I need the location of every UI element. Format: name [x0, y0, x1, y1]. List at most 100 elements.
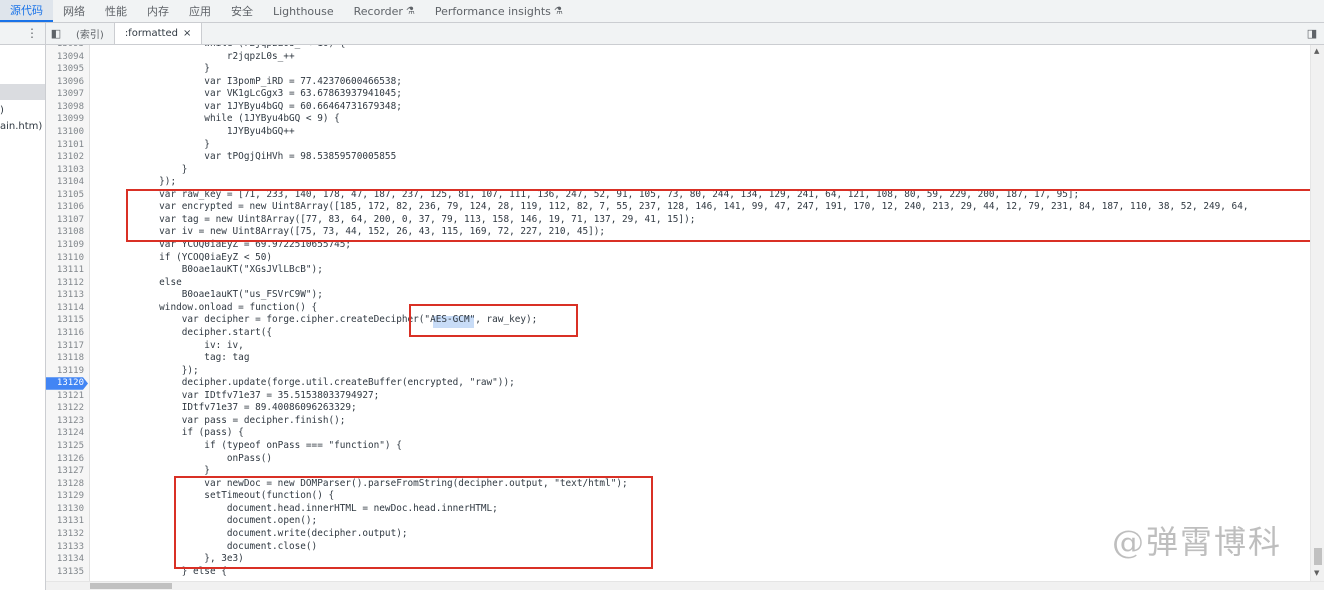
code-text: if (pass) {: [114, 427, 244, 439]
navigator-item[interactable]: ain.htm): [0, 121, 42, 132]
code-text: }: [114, 163, 188, 175]
code-editor[interactable]: 13093 while (r2jqpzL0s_ < 10) {13094 r2j…: [46, 45, 1310, 581]
panel-tab-label: 安全: [231, 5, 253, 18]
line-number[interactable]: 13096: [46, 76, 84, 89]
code-line: 13112 else: [46, 277, 1310, 290]
line-number[interactable]: 13107: [46, 214, 84, 227]
code-line: 13110 if (YCOQ0iaEyZ < 50): [46, 252, 1310, 265]
code-line: 13126 onPass(): [46, 453, 1310, 466]
line-number[interactable]: 13119: [46, 365, 84, 378]
panel-tab[interactable]: 性能: [95, 0, 137, 22]
line-number[interactable]: 13127: [46, 465, 84, 478]
code-line: 13102 var tPOgjQiHVh = 98.53859570005855: [46, 151, 1310, 164]
horizontal-scrollbar[interactable]: [46, 581, 1324, 590]
close-icon[interactable]: ×: [183, 28, 191, 39]
line-number[interactable]: 13104: [46, 176, 84, 189]
code-line: 13096 var I3pomP_iRD = 77.42370600466538…: [46, 76, 1310, 89]
panel-tab[interactable]: 应用: [179, 0, 221, 22]
code-line: 13125 if (typeof onPass === "function") …: [46, 440, 1310, 453]
vertical-scroll-thumb[interactable]: [1314, 548, 1322, 565]
line-number[interactable]: 13094: [46, 51, 84, 64]
line-number[interactable]: 13131: [46, 515, 84, 528]
scroll-down-icon[interactable]: ▼: [1314, 569, 1319, 577]
line-number[interactable]: 13097: [46, 88, 84, 101]
code-line: 13120 decipher.update(forge.util.createB…: [46, 377, 1310, 390]
line-number[interactable]: 13133: [46, 541, 84, 554]
line-number[interactable]: 13129: [46, 490, 84, 503]
panel-tab-label: Performance insights: [434, 4, 551, 18]
code-text: var I3pomP_iRD = 77.42370600466538;: [114, 75, 402, 87]
line-number[interactable]: 13099: [46, 113, 84, 126]
file-tab-index[interactable]: (索引): [66, 23, 115, 44]
code-text: });: [114, 176, 177, 188]
line-number[interactable]: 13124: [46, 427, 84, 440]
line-number[interactable]: 13126: [46, 453, 84, 466]
line-number[interactable]: 13114: [46, 302, 84, 315]
line-number[interactable]: 13113: [46, 289, 84, 302]
code-line: 13113 B0oae1auKT("us_FSVrC9W");: [46, 289, 1310, 302]
line-number[interactable]: 13122: [46, 402, 84, 415]
file-tab-label: :formatted: [124, 28, 178, 39]
line-number[interactable]: 13135: [46, 566, 84, 579]
code-line: 13119 });: [46, 365, 1310, 378]
code-line: 13121 var IDtfv71e37 = 35.51538033794927…: [46, 390, 1310, 403]
line-number[interactable]: 13117: [46, 340, 84, 353]
line-number[interactable]: 13102: [46, 151, 84, 164]
panel-tab[interactable]: Performance insights ⚗: [425, 0, 573, 22]
line-number[interactable]: 13115: [46, 314, 84, 327]
line-number[interactable]: 13121: [46, 390, 84, 403]
line-number[interactable]: 13098: [46, 101, 84, 114]
line-number[interactable]: 13132: [46, 528, 84, 541]
line-number[interactable]: 13105: [46, 189, 84, 202]
line-number[interactable]: 13128: [46, 478, 84, 491]
more-options-icon[interactable]: ⋮: [26, 26, 38, 40]
code-line: 13097 var VK1gLcGgx3 = 63.67863937941045…: [46, 88, 1310, 101]
code-line: 13101 }: [46, 139, 1310, 152]
code-text: var 1JYByu4bGQ = 60.66464731679348;: [114, 100, 402, 112]
code-line: 13095 }: [46, 63, 1310, 76]
panel-tab[interactable]: 源代码: [0, 0, 53, 22]
code-text: IDtfv71e37 = 89.40086096263329;: [114, 402, 357, 414]
line-number[interactable]: 13112: [46, 277, 84, 290]
line-number[interactable]: 13130: [46, 503, 84, 516]
panel-tab[interactable]: 网络: [53, 0, 95, 22]
code-text: iv: iv,: [114, 339, 244, 351]
file-tab-formatted[interactable]: :formatted ×: [114, 23, 203, 44]
line-number[interactable]: 13109: [46, 239, 84, 252]
code-text: else: [114, 276, 182, 288]
line-number[interactable]: 13101: [46, 139, 84, 152]
line-number[interactable]: 13125: [46, 440, 84, 453]
code-text: var pass = decipher.finish();: [114, 414, 346, 426]
panel-tab-label: 性能: [105, 5, 127, 18]
navigator-item[interactable]: ): [0, 105, 4, 116]
line-number[interactable]: 13118: [46, 352, 84, 365]
line-number[interactable]: 13116: [46, 327, 84, 340]
toggle-debugger-icon[interactable]: ◨: [1300, 23, 1324, 44]
navigator-selected-row[interactable]: [0, 84, 45, 100]
horizontal-scroll-thumb[interactable]: [90, 583, 172, 589]
line-number[interactable]: 13110: [46, 252, 84, 265]
panel-tab[interactable]: 安全: [221, 0, 263, 22]
vertical-scrollbar[interactable]: ▲ ▼: [1310, 45, 1324, 581]
line-number[interactable]: 13134: [46, 553, 84, 566]
experiment-flask-icon: ⚗: [553, 5, 563, 17]
code-line: 13103 }: [46, 164, 1310, 177]
editor-toolbar: ◧ (索引) :formatted × ◨: [46, 23, 1324, 45]
toggle-navigator-icon[interactable]: ◧: [46, 23, 66, 44]
panel-tab[interactable]: Lighthouse: [263, 0, 344, 22]
code-line: 13122 IDtfv71e37 = 89.40086096263329;: [46, 402, 1310, 415]
panel-tab[interactable]: Recorder ⚗: [344, 0, 425, 22]
line-number[interactable]: 13123: [46, 415, 84, 428]
line-number[interactable]: 13103: [46, 164, 84, 177]
navigator-toolbar: ⋮: [0, 23, 45, 45]
line-number[interactable]: 13100: [46, 126, 84, 139]
code-text: });: [114, 364, 199, 376]
line-number[interactable]: 13095: [46, 63, 84, 76]
panel-tab[interactable]: 内存: [137, 0, 179, 22]
code-text: decipher.start({: [114, 326, 273, 338]
breakpoint-line-number[interactable]: 13120: [46, 377, 88, 390]
scroll-up-icon[interactable]: ▲: [1314, 47, 1319, 55]
line-number[interactable]: 13108: [46, 226, 84, 239]
line-number[interactable]: 13111: [46, 264, 84, 277]
line-number[interactable]: 13106: [46, 201, 84, 214]
